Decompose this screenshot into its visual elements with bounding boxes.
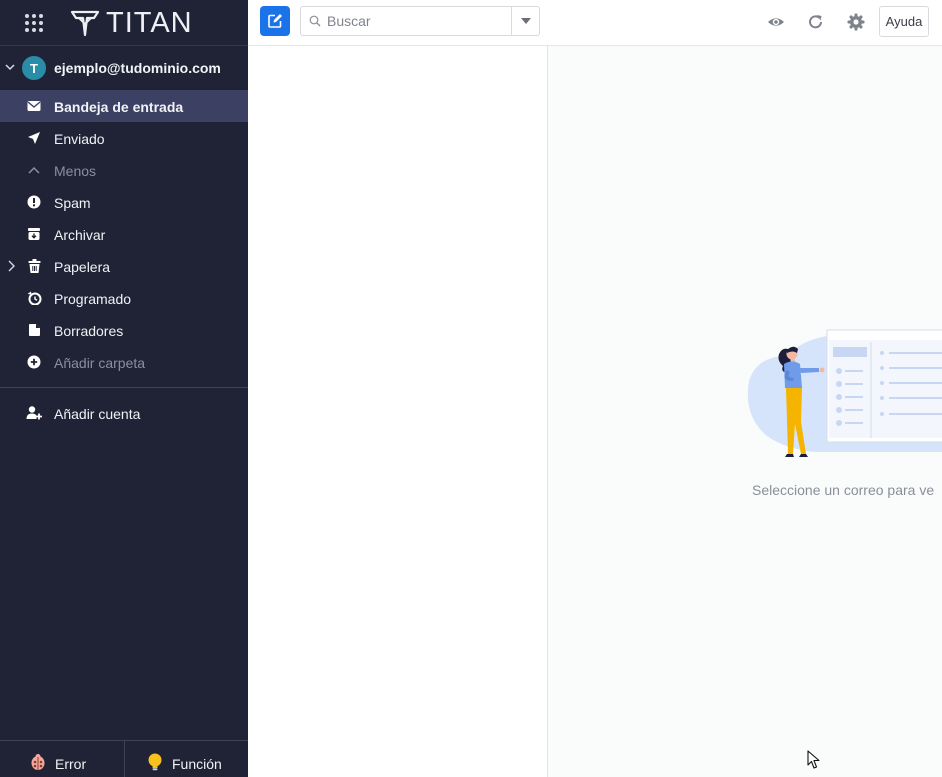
- paper-plane-icon: [26, 130, 42, 146]
- folder-scheduled[interactable]: Programado: [0, 282, 248, 314]
- lightbulb-icon: [147, 753, 163, 771]
- avatar: T: [22, 56, 46, 80]
- search-input[interactable]: [327, 8, 507, 34]
- folder-label: Bandeja de entrada: [54, 99, 184, 115]
- brand-bar: TITAN: [0, 0, 248, 46]
- titan-logo-icon: [70, 10, 100, 37]
- help-button[interactable]: Ayuda: [879, 6, 929, 37]
- compose-button[interactable]: [260, 6, 290, 36]
- folder-archive[interactable]: Archivar: [0, 218, 248, 250]
- account-email: ejemplo@tudominio.com: [54, 60, 221, 76]
- settings-icon[interactable]: [847, 13, 865, 31]
- folder-label: Papelera: [54, 259, 111, 275]
- feature-label: Función: [172, 756, 222, 772]
- folder-spam[interactable]: Spam: [0, 186, 248, 218]
- message-list-pane: [248, 46, 548, 777]
- caret-down-icon: [521, 18, 531, 24]
- chevron-right-icon[interactable]: [6, 260, 16, 272]
- account-row[interactable]: T ejemplo@tudominio.com: [0, 54, 248, 82]
- search-icon: [309, 15, 321, 27]
- add-account-label: Añadir cuenta: [54, 406, 141, 422]
- sidebar-footer: Error Función: [0, 740, 248, 777]
- empty-state-message: Seleccione un correo para ve: [752, 482, 935, 498]
- envelope-icon: [26, 98, 42, 114]
- folder-label: Programado: [54, 291, 132, 307]
- folder-label: Enviado: [54, 131, 105, 147]
- top-toolbar: Ayuda: [248, 0, 942, 46]
- folder-trash[interactable]: Papelera: [0, 250, 248, 282]
- compose-icon: [268, 14, 282, 28]
- sidebar: TITAN T ejemplo@tudominio.com Bandeja de…: [0, 0, 248, 777]
- folder-label: Spam: [54, 195, 91, 211]
- alert-circle-icon: [26, 194, 42, 210]
- titan-logo: TITAN: [70, 6, 193, 39]
- draft-icon: [26, 322, 42, 338]
- chevron-up-icon: [26, 162, 42, 178]
- divider: [0, 387, 248, 388]
- eye-icon[interactable]: [767, 13, 785, 31]
- folder-label: Menos: [54, 163, 97, 179]
- plus-circle-icon: [26, 354, 42, 370]
- folder-less-toggle[interactable]: Menos: [0, 154, 248, 186]
- add-folder-button[interactable]: Añadir carpeta: [0, 346, 248, 378]
- brand-name: TITAN: [106, 6, 193, 39]
- reading-pane: Seleccione un correo para ve: [549, 46, 942, 777]
- archive-icon: [26, 226, 42, 242]
- feature-request-button[interactable]: Función: [124, 741, 248, 777]
- report-error-button[interactable]: Error: [0, 741, 124, 777]
- search-options-dropdown[interactable]: [511, 7, 540, 35]
- bug-icon: [30, 753, 46, 771]
- apps-grid-icon[interactable]: [25, 14, 43, 32]
- folder-label: Borradores: [54, 323, 124, 339]
- folder-sent[interactable]: Enviado: [0, 122, 248, 154]
- chevron-down-icon[interactable]: [5, 62, 15, 72]
- folder-drafts[interactable]: Borradores: [0, 314, 248, 346]
- folder-label: Archivar: [54, 227, 106, 243]
- add-user-icon: [26, 405, 42, 421]
- folder-list: Bandeja de entrada Enviado Menos Spam Ar…: [0, 90, 248, 378]
- add-account-button[interactable]: Añadir cuenta: [0, 397, 248, 429]
- folder-inbox[interactable]: Bandeja de entrada: [0, 90, 248, 122]
- folder-label: Añadir carpeta: [54, 355, 146, 371]
- search-box: [300, 6, 540, 36]
- refresh-icon[interactable]: [807, 13, 825, 31]
- mouse-cursor-icon: [807, 750, 820, 769]
- clock-icon: [26, 290, 42, 306]
- error-label: Error: [55, 756, 87, 772]
- trash-icon: [26, 258, 42, 274]
- empty-state-illustration: [747, 329, 942, 457]
